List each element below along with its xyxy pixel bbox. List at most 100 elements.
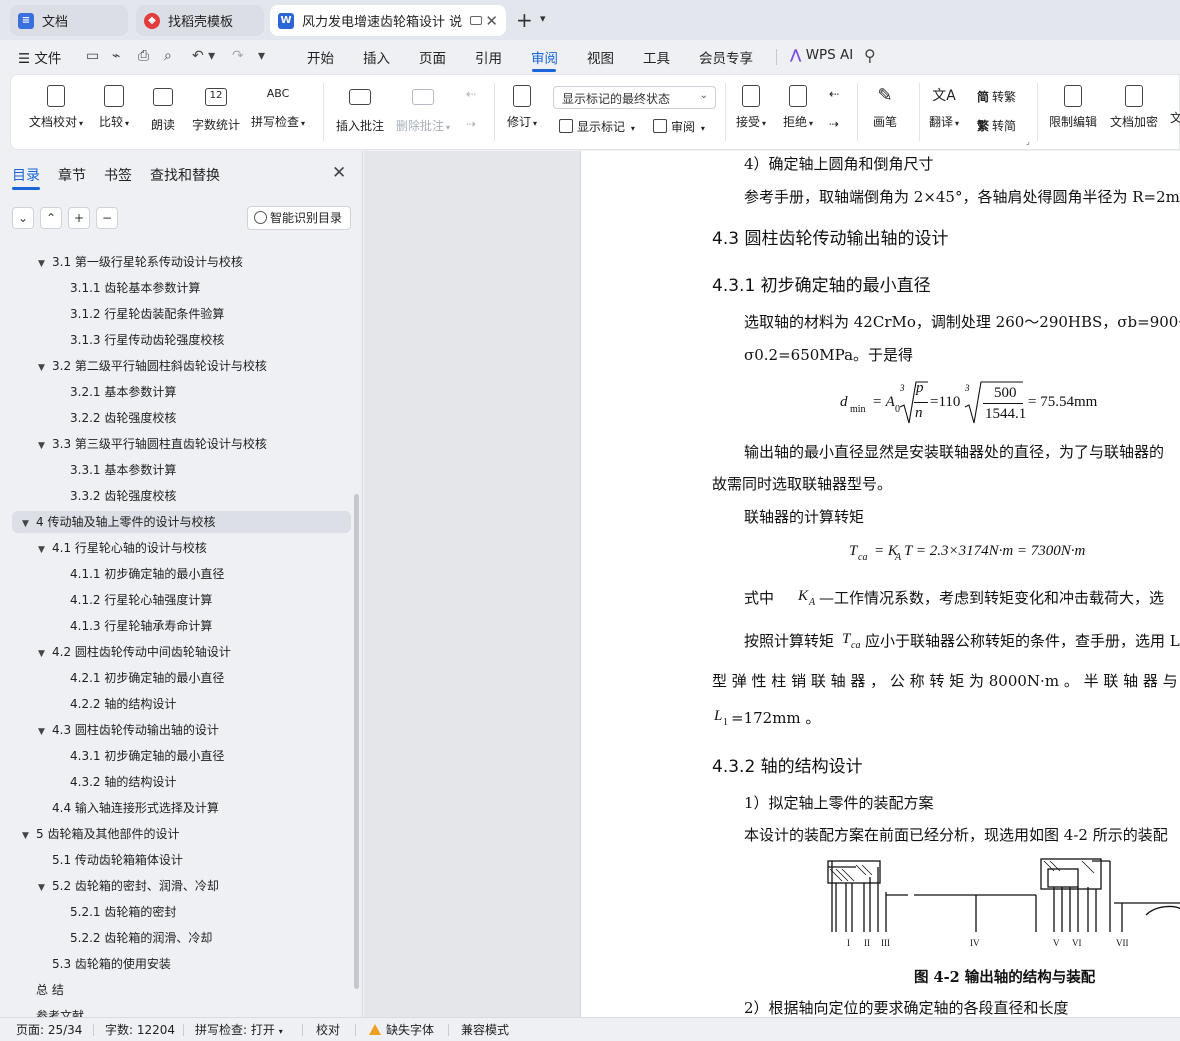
tab-bookmarks[interactable]: 书签: [104, 165, 132, 185]
compare-button[interactable]: 比较 ▾: [99, 85, 129, 130]
toc-item[interactable]: ▼ 4 传动轴及轴上零件的设计与校核: [12, 511, 351, 533]
toc-item[interactable]: 4.3.1 初步确定轴的最小直径: [0, 745, 224, 767]
smart-toc-button[interactable]: 智能识别目录: [247, 206, 351, 230]
redo-icon[interactable]: ↷: [232, 48, 244, 64]
prev-comment-icon[interactable]: ⇠: [466, 87, 476, 101]
toc-item[interactable]: ▼ 3.2 第二级平行轴圆柱斜齿轮设计与校核: [0, 355, 267, 377]
tab-preview-icon[interactable]: [470, 16, 482, 25]
expand-triangle-icon[interactable]: ▼: [38, 877, 52, 899]
collapse-all-button[interactable]: ⌄: [12, 207, 34, 229]
expand-triangle-icon[interactable]: ▼: [38, 435, 52, 457]
toc-item[interactable]: ▼ 4.2 圆柱齿轮传动中间齿轮轴设计: [0, 641, 231, 663]
toc-item[interactable]: ▼ 5 齿轮箱及其他部件的设计: [0, 823, 179, 845]
tab-docer[interactable]: ◆ 找稻壳模板: [136, 5, 264, 36]
menu-view[interactable]: 视图: [587, 47, 614, 67]
toc-item[interactable]: 4.3.2 轴的结构设计: [0, 771, 176, 793]
proof-status[interactable]: 校对: [316, 1021, 340, 1038]
toc-item[interactable]: 4.1.3 行星轮轴承寿命计算: [0, 615, 212, 637]
expand-triangle-icon[interactable]: ▼: [22, 825, 36, 847]
save-icon[interactable]: ▭: [86, 48, 99, 64]
encrypt-button[interactable]: 文档加密: [1110, 85, 1158, 130]
toc-item[interactable]: 4.1.1 初步确定轴的最小直径: [0, 563, 224, 585]
ink-button[interactable]: ✎ 画笔: [873, 85, 897, 130]
toc-item[interactable]: 3.3.2 齿轮强度校核: [0, 485, 176, 507]
expand-triangle-icon[interactable]: ▼: [38, 357, 52, 379]
word-count-indicator[interactable]: 字数: 12204: [105, 1021, 175, 1038]
expand-triangle-icon[interactable]: ▼: [22, 513, 36, 535]
review-pane-button[interactable]: 审阅 ▾: [653, 118, 705, 135]
delete-comment-button[interactable]: 删除批注 ▾: [396, 85, 450, 134]
more-ribbon-button[interactable]: 文: [1170, 85, 1180, 126]
toc-item[interactable]: 4.1.2 行星轮心轴强度计算: [0, 589, 212, 611]
toc-item[interactable]: ▼ 3.3 第三级平行轴圆柱直齿轮设计与校核: [0, 433, 267, 455]
translate-button[interactable]: 文A 翻译 ▾: [929, 85, 959, 130]
toc-item[interactable]: ▼ 4.3 圆柱齿轮传动输出轴的设计: [0, 719, 219, 741]
toc-item[interactable]: 4.2.1 初步确定轴的最小直径: [0, 667, 224, 689]
read-aloud-button[interactable]: 朗读: [151, 85, 175, 133]
menu-review[interactable]: 审阅: [531, 47, 558, 67]
restrict-edit-button[interactable]: 限制编辑: [1049, 85, 1097, 130]
remove-heading-button[interactable]: −: [96, 207, 118, 229]
toc-item[interactable]: 5.2.1 齿轮箱的密封: [0, 901, 176, 923]
tab-chapters[interactable]: 章节: [58, 165, 86, 185]
toc-item[interactable]: 3.3.1 基本参数计算: [0, 459, 176, 481]
undo-icon[interactable]: ↶ ▾: [192, 48, 215, 64]
spell-check-status[interactable]: 拼写检查: 打开 ▾: [195, 1021, 283, 1038]
toc-item[interactable]: 5.2.2 齿轮箱的润滑、冷却: [0, 927, 212, 949]
reject-button[interactable]: 拒绝 ▾: [783, 85, 813, 130]
accept-button[interactable]: 接受 ▾: [736, 85, 766, 130]
dialog-launcher-icon[interactable]: ⌟: [1026, 137, 1030, 146]
toc-item[interactable]: 5.3 齿轮箱的使用安装: [0, 953, 171, 975]
print-icon[interactable]: ⎙: [138, 48, 149, 64]
tab-find-replace[interactable]: 查找和替换: [150, 165, 220, 185]
revise-button[interactable]: 修订 ▾: [507, 85, 537, 130]
share-icon[interactable]: ⌁: [112, 48, 120, 64]
prev-change-icon[interactable]: ⇠: [829, 87, 839, 101]
doc-check-button[interactable]: 文档校对 ▾: [29, 85, 83, 130]
toc-item[interactable]: 5.1 传动齿轮箱箱体设计: [0, 849, 183, 871]
toc-item[interactable]: 3.1.2 行星轮齿装配条件验算: [0, 303, 224, 325]
show-markup-button[interactable]: 显示标记 ▾: [559, 118, 635, 135]
new-tab-button[interactable]: +: [516, 8, 533, 32]
toc-item[interactable]: ▼ 3.1 第一级行星轮系传动设计与校核: [0, 251, 243, 273]
tab-list-chevron-icon[interactable]: ▾: [540, 12, 546, 25]
toc-item[interactable]: 3.1.1 齿轮基本参数计算: [0, 277, 200, 299]
markup-display-select[interactable]: 显示标记的最终状态 ⌄: [553, 86, 716, 109]
expand-triangle-icon[interactable]: ▼: [38, 539, 52, 561]
document-page[interactable]: 4）确定轴上圆角和倒角尺寸 参考手册，取轴端倒角为 2×45°，各轴肩处得圆角半…: [580, 151, 1180, 1017]
add-heading-button[interactable]: +: [68, 207, 90, 229]
tab-toc[interactable]: 目录: [12, 165, 40, 185]
page-indicator[interactable]: 页面: 25/34: [16, 1021, 82, 1038]
toc-item[interactable]: 3.1.3 行星传动齿轮强度校核: [0, 329, 224, 351]
next-comment-icon[interactable]: ⇢: [466, 117, 476, 131]
toc-item[interactable]: 总 结: [0, 979, 64, 1001]
compat-mode-status[interactable]: 兼容模式: [461, 1021, 509, 1038]
missing-font-status[interactable]: 缺失字体: [369, 1021, 434, 1038]
quick-access-more-icon[interactable]: ▾: [258, 48, 265, 64]
toc-item[interactable]: ▼ 5.2 齿轮箱的密封、润滑、冷却: [0, 875, 219, 897]
to-simplified-button[interactable]: 繁转简: [977, 117, 1016, 134]
spell-check-button[interactable]: ABC 拼写检查 ▾: [251, 85, 305, 130]
toc-item[interactable]: 4.4 输入轴连接形式选择及计算: [0, 797, 219, 819]
word-count-button[interactable]: 12 字数统计: [192, 85, 240, 133]
toc-item[interactable]: 3.2.2 齿轮强度校核: [0, 407, 176, 429]
file-menu[interactable]: ☰ 文件: [18, 47, 61, 67]
print-preview-icon[interactable]: ⌕: [164, 48, 172, 64]
toc-item[interactable]: 3.2.1 基本参数计算: [0, 381, 176, 403]
menu-reference[interactable]: 引用: [475, 47, 502, 67]
tab-docs[interactable]: ≡ 文档: [10, 5, 128, 36]
menu-page[interactable]: 页面: [419, 47, 446, 67]
insert-comment-button[interactable]: 插入批注: [336, 85, 384, 134]
toc-item[interactable]: ▼ 4.1 行星轮心轴的设计与校核: [0, 537, 207, 559]
menu-tools[interactable]: 工具: [643, 47, 670, 67]
tab-close-icon[interactable]: ✕: [485, 12, 498, 30]
toc-item[interactable]: 4.2.2 轴的结构设计: [0, 693, 176, 715]
toc-item[interactable]: 参考文献: [0, 1005, 84, 1017]
to-traditional-button[interactable]: 简转繁: [977, 88, 1016, 105]
wps-ai-button[interactable]: ⋀ WPS AI: [790, 47, 853, 63]
menu-member[interactable]: 会员专享: [699, 47, 753, 67]
expand-triangle-icon[interactable]: ▼: [38, 253, 52, 275]
menu-insert[interactable]: 插入: [363, 47, 390, 67]
toc-scrollbar[interactable]: [354, 494, 359, 989]
close-icon[interactable]: ✕: [332, 163, 346, 183]
